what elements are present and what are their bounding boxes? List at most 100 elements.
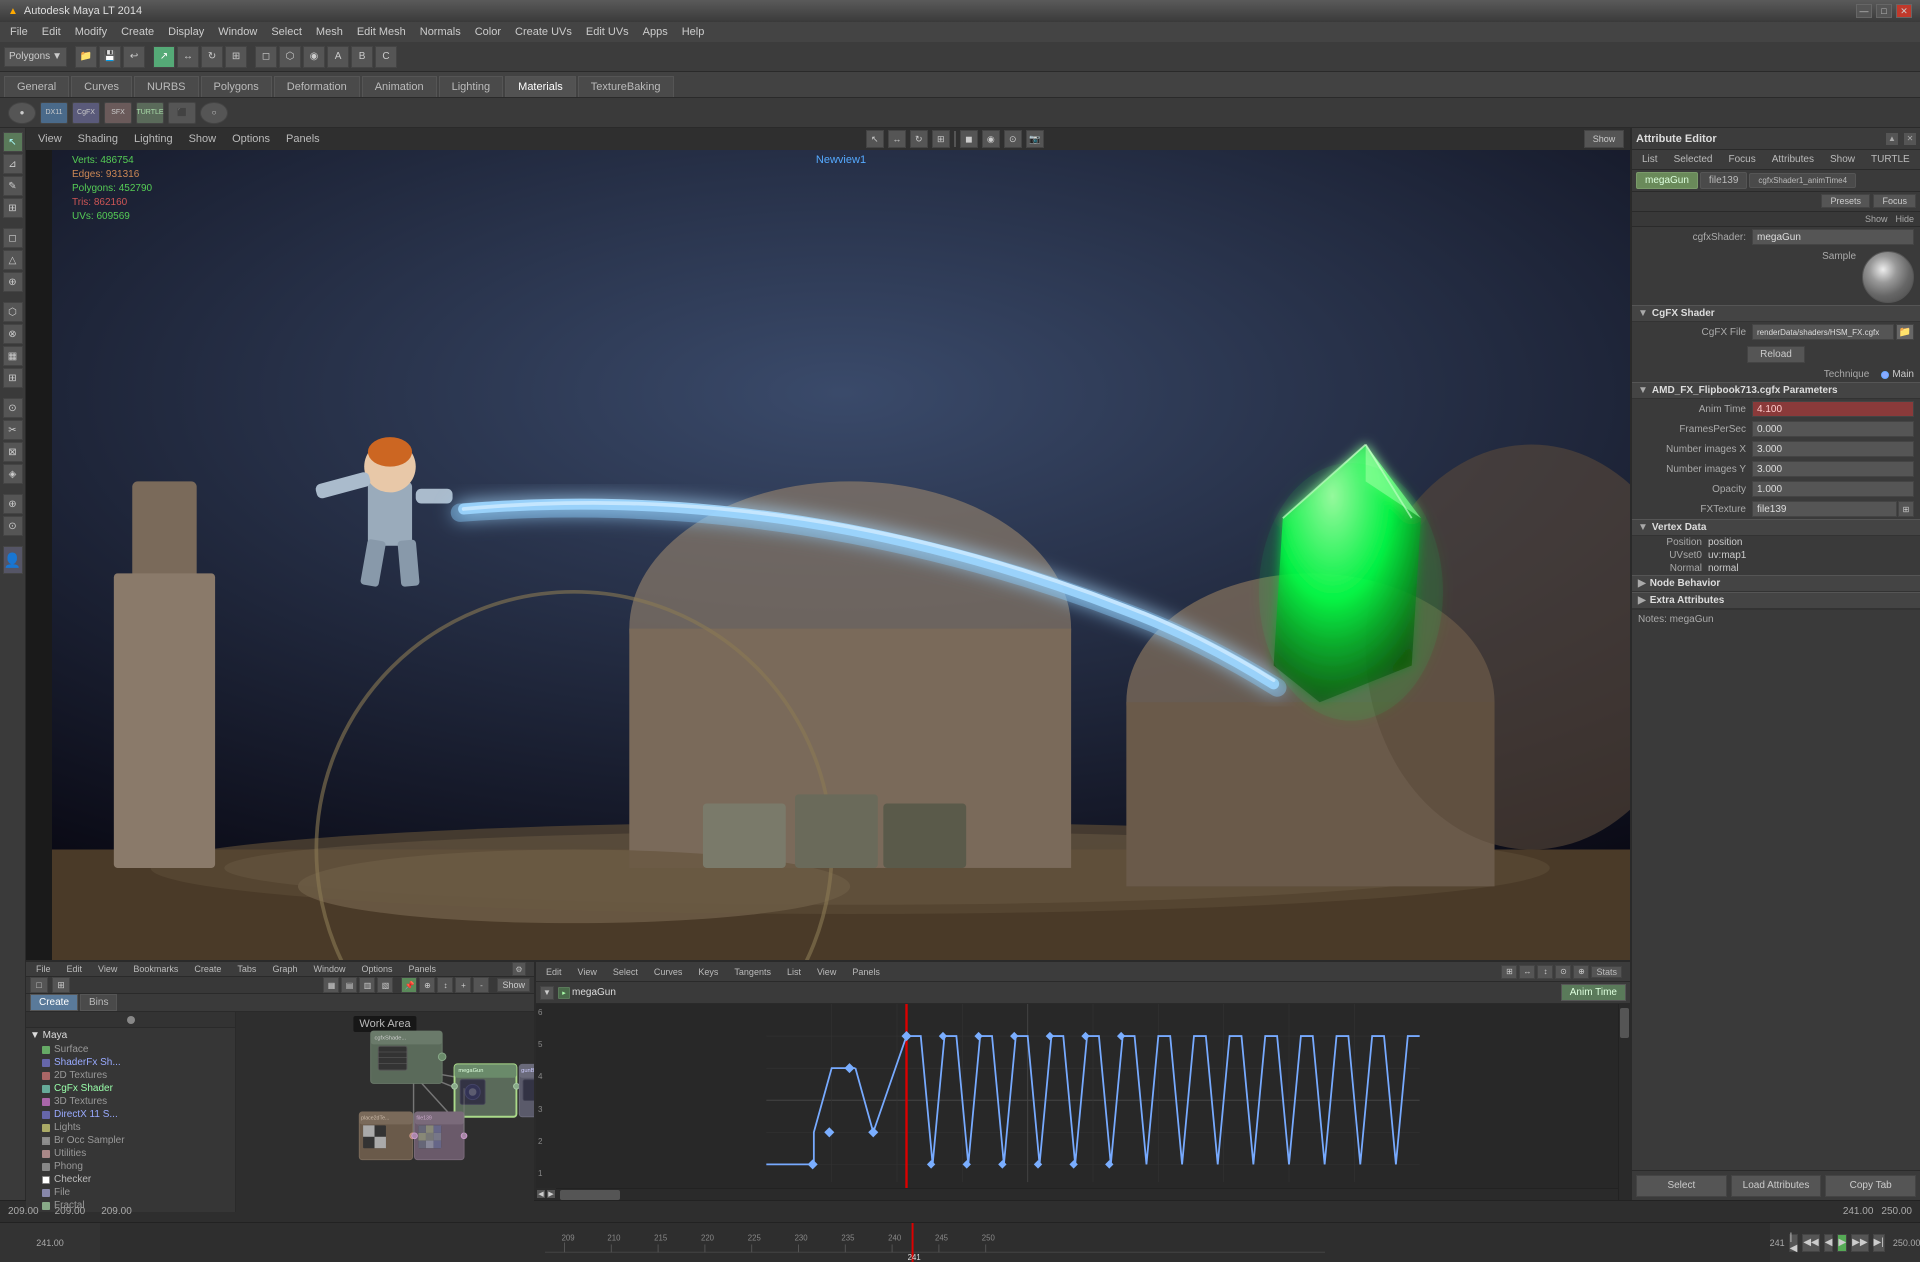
vp-tool-c[interactable]: ↻ xyxy=(910,130,928,148)
toolbar-btn-c[interactable]: C xyxy=(375,46,397,68)
tab-lighting[interactable]: Lighting xyxy=(439,76,504,97)
tab-general[interactable]: General xyxy=(4,76,69,97)
toolbar-btn-3[interactable]: ↩ xyxy=(123,46,145,68)
select-btn[interactable]: Select xyxy=(1636,1175,1727,1197)
vp-tool-a[interactable]: ↖ xyxy=(866,130,884,148)
toolbar-scale[interactable]: ⊞ xyxy=(225,46,247,68)
opacity-input[interactable] xyxy=(1752,481,1914,497)
ne-filter[interactable]: ⊕ xyxy=(419,977,435,993)
fx-texture-browse[interactable]: ⊞ xyxy=(1898,501,1914,517)
num-images-y-input[interactable] xyxy=(1752,461,1914,477)
viewport-3d[interactable]: View Shading Lighting Show Options Panel… xyxy=(26,128,1630,960)
mode-dropdown[interactable]: Polygons ▼ xyxy=(4,47,67,67)
tab-materials[interactable]: Materials xyxy=(505,76,576,97)
tab-texturebaking[interactable]: TextureBaking xyxy=(578,76,674,97)
np-window[interactable]: Window xyxy=(307,963,351,975)
paint-btn[interactable]: ✎ xyxy=(3,176,23,196)
attr-scroll-area[interactable]: ▼ CgFX Shader CgFX File 📁 Reload Techniq… xyxy=(1632,305,1920,1170)
menu-color[interactable]: Color xyxy=(469,24,507,40)
amd-params-section[interactable]: ▼ AMD_FX_Flipbook713.cgfx Parameters xyxy=(1632,382,1920,399)
ce-t4[interactable]: ⊙ xyxy=(1555,965,1571,979)
curve-scroll-thumb-h[interactable] xyxy=(560,1190,620,1200)
attr-tab-list[interactable]: List xyxy=(1636,152,1664,167)
np-view[interactable]: View xyxy=(92,963,123,975)
menu-display[interactable]: Display xyxy=(162,24,210,40)
attr-tab-focus[interactable]: Focus xyxy=(1722,152,1761,167)
tool5[interactable]: ◻ xyxy=(3,228,23,248)
curve-graph-view[interactable]: 6 5 4 3 2 1 xyxy=(536,1004,1630,1200)
ce-t1[interactable]: ⊞ xyxy=(1501,965,1517,979)
attr-scroll-up[interactable]: ▲ xyxy=(1886,133,1898,145)
attr-tab-selected[interactable]: Selected xyxy=(1668,152,1719,167)
np-create[interactable]: Create xyxy=(188,963,227,975)
attr-tab-turtle[interactable]: TURTLE xyxy=(1865,152,1916,167)
ne-tool-1[interactable]: □ xyxy=(30,977,48,993)
np-edit[interactable]: Edit xyxy=(61,963,89,975)
show-btn[interactable]: Show xyxy=(1584,130,1624,148)
vp-tool-e[interactable]: ◼ xyxy=(960,130,978,148)
menu-select[interactable]: Select xyxy=(265,24,308,40)
curve-nav-right[interactable]: ▶ xyxy=(547,1190,555,1198)
shader-tab-cgfx-anim[interactable]: cgfxShader1_animTime4 xyxy=(1749,173,1856,188)
vp-tool-f[interactable]: ◉ xyxy=(982,130,1000,148)
ne-tool-2[interactable]: ⊞ xyxy=(52,977,70,993)
shader-tab-megagun[interactable]: megaGun xyxy=(1636,172,1698,189)
attr-close-btn[interactable]: ✕ xyxy=(1904,133,1916,145)
tool16[interactable]: ⊕ xyxy=(3,494,23,514)
curve-nav-left[interactable]: ◀ xyxy=(537,1190,545,1198)
node-behavior-section[interactable]: ▶ Node Behavior xyxy=(1632,575,1920,592)
vp-options-btn[interactable]: Options xyxy=(226,132,276,146)
ne-layout-3[interactable]: ▥ xyxy=(359,977,375,993)
toolbar-shade[interactable]: ◉ xyxy=(303,46,325,68)
cube-btn[interactable]: ⬛ xyxy=(168,102,196,124)
fx-texture-input[interactable] xyxy=(1752,501,1897,517)
ne-zoom-out[interactable]: - xyxy=(473,977,489,993)
extra-attrs-section[interactable]: ▶ Extra Attributes xyxy=(1632,592,1920,609)
timeline-ruler[interactable]: 209 210 215 220 225 230 235 240 xyxy=(100,1223,1770,1262)
technique-radio[interactable]: Main xyxy=(1881,369,1914,380)
ce-t2[interactable]: ↔ xyxy=(1519,965,1535,979)
menu-edit[interactable]: Edit xyxy=(36,24,67,40)
node-utilities[interactable]: Utilities xyxy=(26,1147,235,1160)
curve-scroll-thumb-v[interactable] xyxy=(1620,1008,1629,1038)
toolbar-btn-1[interactable]: 📁 xyxy=(75,46,97,68)
anim-time-input[interactable] xyxy=(1752,401,1914,417)
ne-zoom-in[interactable]: + xyxy=(455,977,471,993)
menu-edit-mesh[interactable]: Edit Mesh xyxy=(351,24,412,40)
ce-t5[interactable]: ⊕ xyxy=(1573,965,1589,979)
menu-apps[interactable]: Apps xyxy=(637,24,674,40)
select-tool-btn[interactable]: ↖ xyxy=(3,132,23,152)
node-shaderfx[interactable]: ShaderFx Sh... xyxy=(26,1056,235,1069)
human-btn[interactable]: 👤 xyxy=(3,546,23,574)
tool8[interactable]: ⬡ xyxy=(3,302,23,322)
toolbar-poly[interactable]: ◻ xyxy=(255,46,277,68)
next-frame-btn[interactable]: ▶| xyxy=(1873,1234,1885,1252)
ce-keys[interactable]: Keys xyxy=(692,966,724,978)
tool9[interactable]: ⊗ xyxy=(3,324,23,344)
dx11-btn[interactable]: DX11 xyxy=(40,102,68,124)
ne-pin[interactable]: 📌 xyxy=(401,977,417,993)
shader-tab-file139[interactable]: file139 xyxy=(1700,172,1747,189)
ne-layout-4[interactable]: ▧ xyxy=(377,977,393,993)
node-graph-editor[interactable]: Work Area xyxy=(236,1012,534,1212)
toolbar-rotate[interactable]: ↻ xyxy=(201,46,223,68)
node-surface[interactable]: Surface xyxy=(26,1043,235,1056)
ce-select[interactable]: Select xyxy=(607,966,644,978)
np-graph[interactable]: Graph xyxy=(266,963,303,975)
menu-edit-uvs[interactable]: Edit UVs xyxy=(580,24,635,40)
circle-btn[interactable]: ○ xyxy=(200,102,228,124)
curve-scrollbar-h[interactable] xyxy=(556,1188,1618,1200)
node-file[interactable]: File xyxy=(26,1186,235,1199)
np-panels[interactable]: Panels xyxy=(403,963,443,975)
attr-tab-show[interactable]: Show xyxy=(1824,152,1861,167)
curve-scrollbar-v[interactable] xyxy=(1618,1004,1630,1200)
lasso-btn[interactable]: ⊿ xyxy=(3,154,23,174)
node-checker[interactable]: Checker xyxy=(26,1173,235,1186)
ce-panels[interactable]: Panels xyxy=(846,966,886,978)
prev-key-btn[interactable]: ◀◀ xyxy=(1802,1234,1819,1252)
toolbar-select[interactable]: ↗ xyxy=(153,46,175,68)
cgfx-btn[interactable]: CgFX xyxy=(72,102,100,124)
vp-tool-b[interactable]: ↔ xyxy=(888,130,906,148)
tool6[interactable]: △ xyxy=(3,250,23,270)
tab-bins[interactable]: Bins xyxy=(80,994,117,1011)
